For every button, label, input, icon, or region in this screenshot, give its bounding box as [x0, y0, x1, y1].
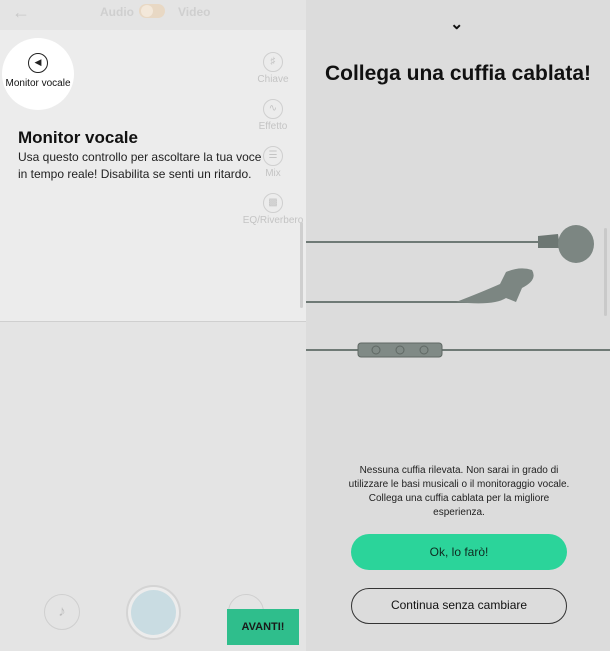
earbud-head-top: [558, 225, 594, 263]
record-button[interactable]: [126, 585, 181, 640]
top-bar: ← Audio Video: [0, 0, 306, 30]
tip-title: Monitor vocale: [18, 128, 138, 147]
tool-eq-reverb-label: EQ/Riverbero: [242, 215, 304, 226]
tool-key-label: Chiave: [257, 74, 289, 85]
avanti-button[interactable]: AVANTI!: [227, 609, 299, 645]
scrollbar[interactable]: [300, 222, 303, 308]
music-note-button[interactable]: ♪: [44, 594, 80, 630]
voice-monitor-button[interactable]: ◀ Monitor vocale: [2, 38, 74, 110]
headphone-prompt-panel: ⌄ Collega una cuffia cablata! Nessuna cu…: [306, 0, 610, 651]
earbud-middle: [456, 268, 534, 304]
inline-remote: [357, 342, 443, 358]
tip-body: Usa questo controllo per ascoltare la tu…: [18, 150, 262, 181]
voice-monitor-label: Monitor vocale: [5, 78, 71, 89]
tool-effect[interactable]: ∿ Effetto: [238, 99, 306, 132]
mode-video-label[interactable]: Video: [178, 5, 210, 19]
tool-key[interactable]: ♯ Chiave: [238, 52, 306, 85]
speaker-icon: ◀: [28, 53, 48, 73]
ok-button[interactable]: Ok, lo farò!: [351, 534, 567, 570]
tool-effect-label: Effetto: [258, 121, 288, 132]
earbud-stem-top: [538, 234, 560, 248]
equalizer-icon: ▩: [263, 193, 283, 213]
wired-earphones-illustration: [306, 225, 610, 358]
mode-audio-label[interactable]: Audio: [100, 5, 134, 19]
tool-eq-reverb[interactable]: ▩ EQ/Riverbero: [238, 193, 306, 226]
effect-wave-icon: ∿: [263, 99, 283, 119]
music-note-icon: ♪: [58, 603, 66, 620]
scrollbar[interactable]: [604, 228, 607, 316]
key-icon: ♯: [263, 52, 283, 72]
chevron-down-icon[interactable]: ⌄: [450, 14, 463, 34]
continue-without-change-button[interactable]: Continua senza cambiare: [351, 588, 567, 624]
headphone-prompt-description: Nessuna cuffia rilevata. Non sarai in gr…: [348, 465, 570, 518]
audio-video-toggle[interactable]: [139, 4, 165, 18]
karaoke-setup-panel: ← Audio Video ◀ Monitor vocale ♯ Chiave …: [0, 0, 306, 651]
headphone-prompt-title: Collega una cuffia cablata!: [324, 62, 592, 85]
back-arrow-icon[interactable]: ←: [12, 2, 30, 23]
